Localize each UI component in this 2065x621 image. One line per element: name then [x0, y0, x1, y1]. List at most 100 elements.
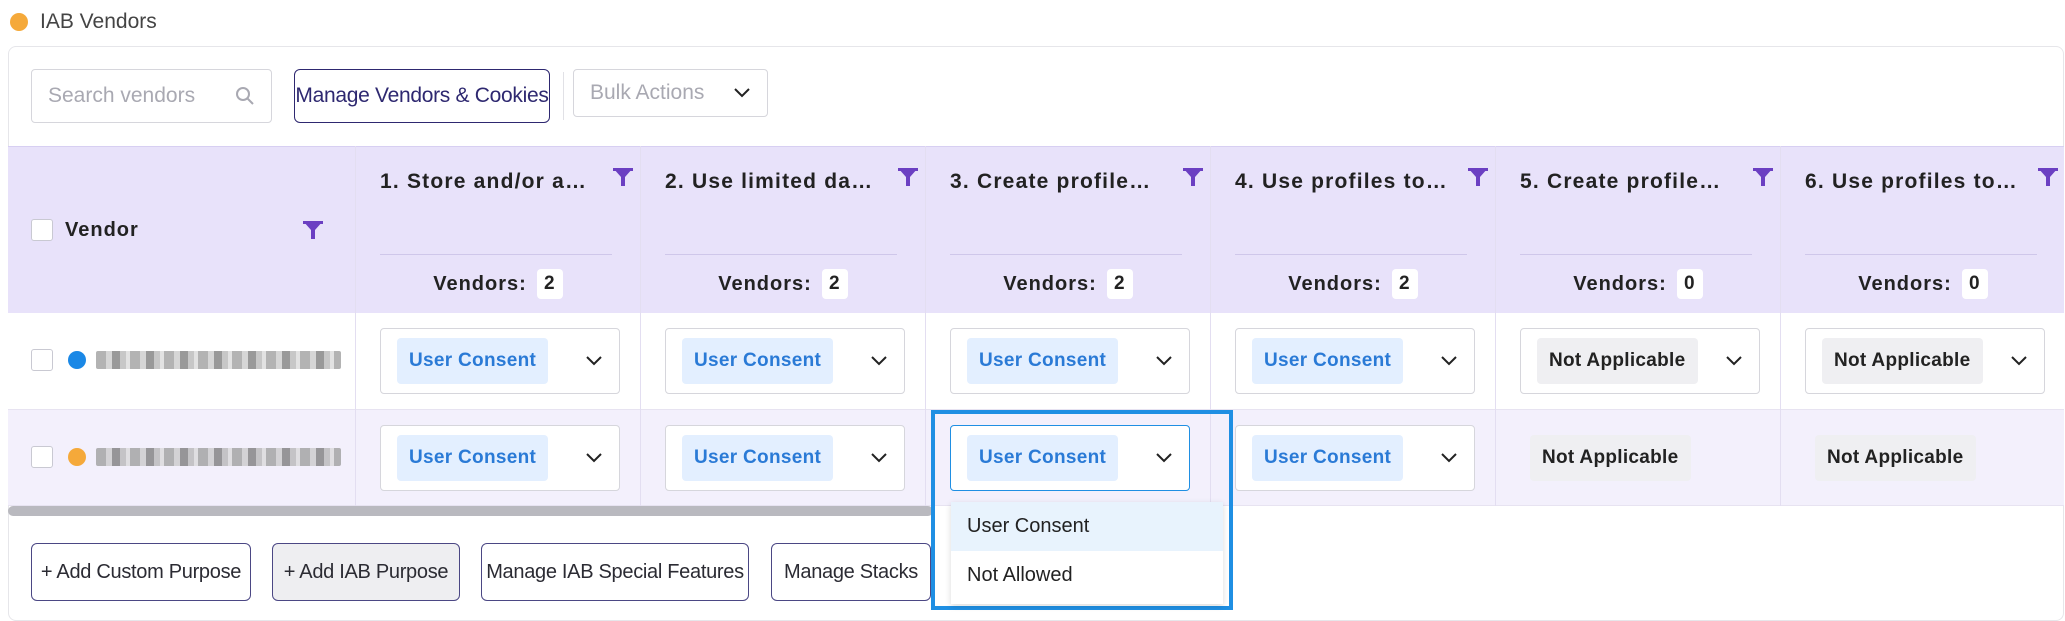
dropdown-menu: User Consent Not Allowed [951, 502, 1223, 604]
chevron-down-icon [1726, 356, 1742, 366]
consent-chip: User Consent [1252, 435, 1404, 481]
consent-chip: User Consent [967, 338, 1119, 384]
consent-select[interactable]: User Consent [380, 328, 620, 394]
column-divider [925, 146, 926, 506]
vendor-name-redacted [96, 351, 341, 369]
count-badge: 2 [821, 269, 848, 299]
consent-value: Not Applicable [1530, 435, 1691, 481]
consent-select[interactable]: User Consent [950, 328, 1190, 394]
consent-chip: User Consent [397, 338, 549, 384]
chevron-down-icon [1156, 356, 1172, 366]
filter-icon[interactable] [612, 166, 634, 188]
search-input[interactable]: Search vendors [31, 69, 272, 123]
vendors-label: Vendors: [1858, 272, 1952, 295]
chevron-down-icon [1156, 453, 1172, 463]
vendor-status-dot [68, 351, 86, 369]
row-checkbox[interactable] [31, 349, 53, 371]
header-divider [1520, 254, 1752, 255]
vendor-name[interactable] [68, 445, 343, 469]
add-iab-purpose-button[interactable]: + Add IAB Purpose [272, 543, 460, 601]
section-title: IAB Vendors [40, 10, 157, 33]
vendor-header-label: Vendor [65, 218, 139, 241]
add-custom-purpose-button[interactable]: + Add Custom Purpose [31, 543, 251, 601]
vendor-count-2: Vendors: 2 [663, 268, 903, 300]
header-divider [950, 254, 1182, 255]
vendor-column-header: Vendor [31, 215, 331, 245]
filter-icon[interactable] [1752, 166, 1774, 188]
chevron-down-icon [586, 453, 602, 463]
filter-icon[interactable] [897, 166, 919, 188]
consent-select[interactable]: Not Applicable [1805, 328, 2045, 394]
purpose-header-4: 4. Use profiles to… [1235, 170, 1449, 193]
vendors-label: Vendors: [1288, 272, 1382, 295]
vendors-label: Vendors: [433, 272, 527, 295]
chevron-down-icon [2011, 356, 2027, 366]
bulk-actions-select[interactable]: Bulk Actions [573, 69, 768, 117]
chevron-down-icon [586, 356, 602, 366]
consent-select[interactable]: User Consent [1235, 425, 1475, 491]
column-divider [1780, 146, 1781, 506]
purpose-header-1: 1. Store and/or a… [380, 170, 588, 193]
filter-icon[interactable] [1467, 166, 1489, 188]
vendor-count-3: Vendors: 2 [948, 268, 1188, 300]
filter-icon[interactable] [2037, 166, 2059, 188]
vendor-count-4: Vendors: 2 [1233, 268, 1473, 300]
consent-value: Not Applicable [1815, 435, 1976, 481]
header-divider [1235, 254, 1467, 255]
manage-vendors-button[interactable]: Manage Vendors & Cookies [294, 69, 550, 123]
consent-select[interactable]: User Consent [665, 425, 905, 491]
header-divider [665, 254, 897, 255]
chevron-down-icon [1441, 356, 1457, 366]
count-badge: 2 [1391, 269, 1418, 299]
consent-chip: User Consent [682, 435, 834, 481]
chevron-down-icon [734, 88, 750, 98]
row-checkbox[interactable] [31, 446, 53, 468]
select-all-checkbox[interactable] [31, 219, 53, 241]
consent-select[interactable]: User Consent [665, 328, 905, 394]
consent-select[interactable]: Not Applicable [1520, 328, 1760, 394]
purpose-header-6: 6. Use profiles to… [1805, 170, 2019, 193]
manage-stacks-button[interactable]: Manage Stacks [771, 543, 931, 601]
search-icon [236, 87, 254, 105]
chevron-down-icon [871, 356, 887, 366]
dropdown-option-user-consent[interactable]: User Consent [951, 502, 1223, 551]
horizontal-scrollbar[interactable] [8, 506, 933, 516]
consent-chip: Not Applicable [1822, 338, 1983, 384]
consent-chip: User Consent [1252, 338, 1404, 384]
vendors-label: Vendors: [1573, 272, 1667, 295]
filter-icon[interactable] [302, 219, 324, 241]
count-badge: 2 [536, 269, 563, 299]
status-dot [10, 13, 28, 31]
vendor-status-dot [68, 448, 86, 466]
filter-icon[interactable] [1182, 166, 1204, 188]
purpose-header-2: 2. Use limited da… [665, 170, 874, 193]
header-divider [380, 254, 612, 255]
vendors-label: Vendors: [718, 272, 812, 295]
column-divider [1495, 146, 1496, 506]
vendor-count-1: Vendors: 2 [378, 268, 618, 300]
section-header: IAB Vendors [10, 8, 157, 36]
consent-select[interactable]: User Consent [380, 425, 620, 491]
manage-special-features-button[interactable]: Manage IAB Special Features [481, 543, 749, 601]
consent-chip: User Consent [967, 435, 1119, 481]
header-divider [1805, 254, 2037, 255]
search-placeholder: Search vendors [48, 84, 196, 107]
count-badge: 2 [1106, 269, 1133, 299]
vendor-name[interactable] [68, 348, 343, 372]
chevron-down-icon [1441, 453, 1457, 463]
consent-chip: User Consent [397, 435, 549, 481]
consent-select-open[interactable]: User Consent [950, 425, 1190, 491]
consent-chip: User Consent [682, 338, 834, 384]
consent-select[interactable]: User Consent [1235, 328, 1475, 394]
bulk-actions-label: Bulk Actions [590, 81, 705, 104]
chevron-down-icon [871, 453, 887, 463]
column-divider [355, 146, 356, 506]
dropdown-option-not-allowed[interactable]: Not Allowed [951, 551, 1223, 600]
vendor-count-5: Vendors: 0 [1518, 268, 1758, 300]
purpose-header-5: 5. Create profile… [1520, 170, 1722, 193]
column-divider [640, 146, 641, 506]
purpose-header-3: 3. Create profile… [950, 170, 1152, 193]
toolbar-divider [563, 72, 564, 120]
count-badge: 0 [1676, 269, 1703, 299]
consent-chip: Not Applicable [1537, 338, 1698, 384]
